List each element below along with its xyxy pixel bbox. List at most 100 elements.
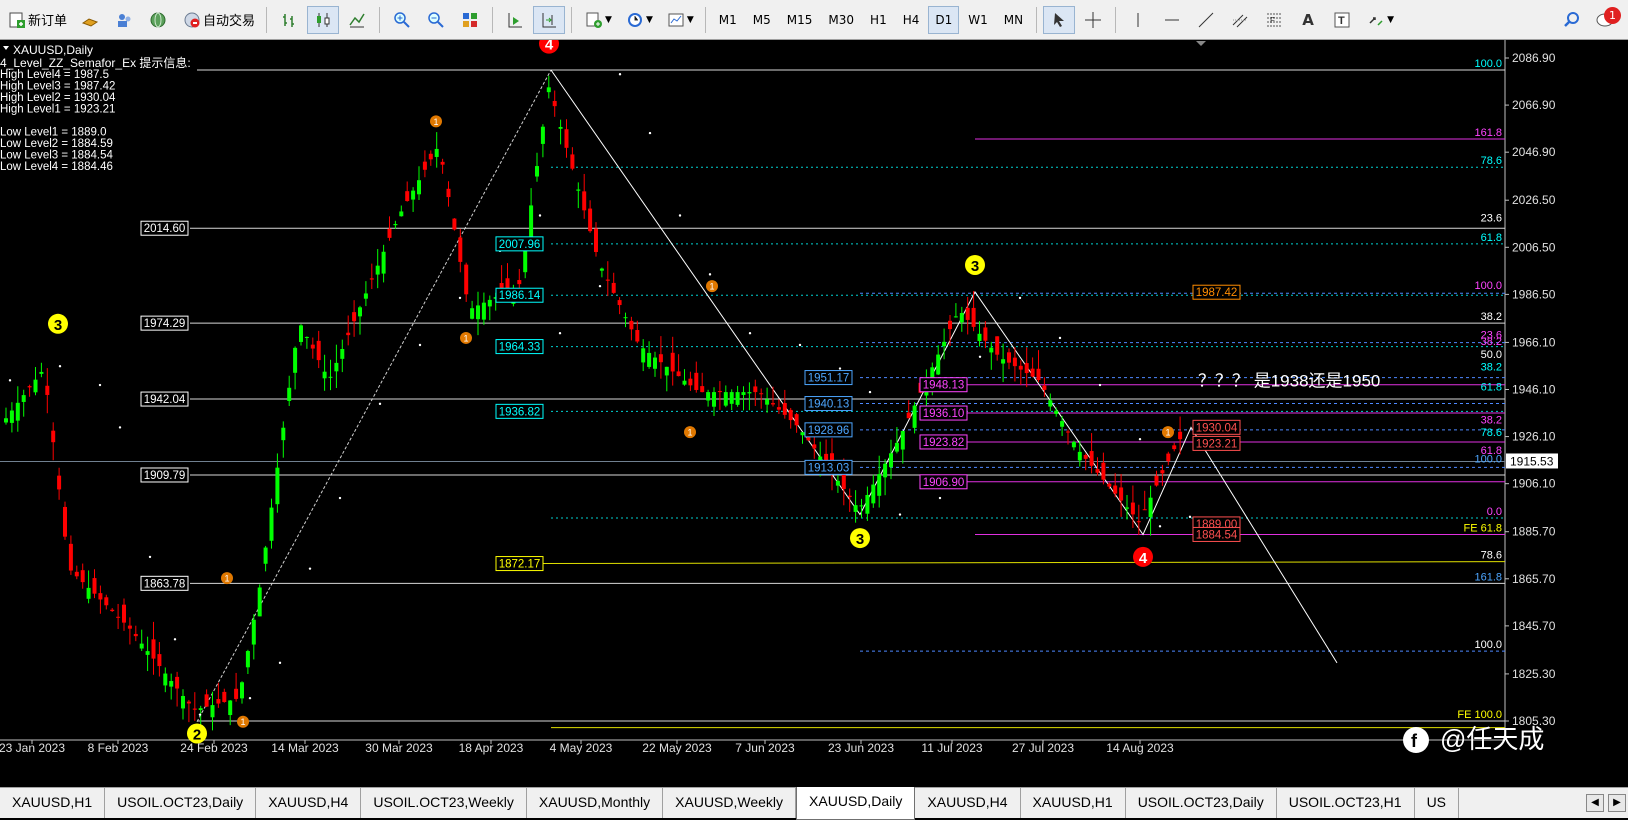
price-axis-label: 1865.70 [1512,572,1556,586]
crosshair-icon [1082,9,1104,31]
tab-scroll-left-button[interactable]: ◀ [1586,794,1604,812]
candle-body [759,393,764,395]
timeframe-h4-button[interactable]: H4 [896,6,927,34]
date-axis-label: 8 Feb 2023 [88,741,149,755]
svg-text:F: F [1270,16,1275,25]
candle-body [712,392,716,407]
level-box-label: 1913.03 [808,462,850,474]
trail-dot [838,367,842,370]
candle-body [1083,454,1088,459]
candle-body [723,392,728,406]
candle-body [694,372,699,390]
semafor-small-label: 1 [687,428,692,438]
candle-body [1125,507,1129,509]
chart-tab[interactable]: USOIL.OCT23,Daily [105,788,257,818]
candle-body [1107,483,1112,487]
chart-tab[interactable]: USOIL.OCT23,H1 [1277,788,1415,818]
zoom-out-button[interactable] [420,6,452,34]
candle-body [198,708,203,710]
cursor-button[interactable] [1043,5,1076,34]
bar-chart-button[interactable] [273,6,305,34]
trail-dot [8,379,12,382]
chart-tab[interactable]: XAUUSD,H1 [1021,788,1126,818]
candle-body [216,699,221,704]
candle-body [1036,368,1041,381]
line-chart-button[interactable] [341,6,373,34]
candlestick-button[interactable] [307,5,340,34]
vertical-line-button[interactable] [1122,6,1154,34]
crosshair-button[interactable] [1077,6,1109,34]
navigator-button[interactable] [142,6,174,34]
trail-dot [898,513,902,516]
auto-scroll-button[interactable] [499,6,531,34]
chart-tab[interactable]: USOIL.OCT23,Daily [1126,788,1277,818]
chart-tab[interactable]: XAUUSD,Weekly [663,788,797,818]
timeframe-m1-button[interactable]: M1 [712,6,744,34]
chart-tab[interactable]: USOIL.OCT23,Weekly [361,788,527,818]
indicators-button[interactable]: ▼ [578,6,617,34]
timeframe-w1-button[interactable]: W1 [961,6,995,34]
chart-tab[interactable]: XAUUSD,Daily [796,787,916,820]
timeframe-d1-button[interactable]: D1 [928,5,960,34]
zoom-in-button[interactable] [386,6,418,34]
trail-dot [418,343,422,347]
candle-body [564,129,569,148]
fib-level-label: 23.6 [1481,212,1502,224]
chart-tab[interactable]: XAUUSD,H4 [915,788,1021,818]
chart-tab[interactable]: XAUUSD,Monthly [527,788,664,818]
line-chart-icon [346,9,368,31]
price-chart[interactable]: 1 1 1 1 1 1 1 4 3 3 3 4 2 2014.60 1974.29 1942.04 1909.7… [0,33,1628,785]
trail-dot [1138,437,1142,441]
candle-body [1066,431,1070,433]
timeframe-mn-button[interactable]: MN [997,6,1030,34]
candle-body [151,639,156,659]
indicator-info-line: High Level3 = 1987.42 [0,81,115,93]
candle-body [4,418,8,423]
candle-body [1113,485,1118,494]
tab-scroll-right-button[interactable]: ▶ [1608,794,1626,812]
candle-body [1101,462,1106,480]
auto-trade-button[interactable]: 自动交易 [176,6,260,34]
new-order-button[interactable]: 新订单 [1,6,72,34]
candle-body [959,312,964,323]
chart-shift-button[interactable] [533,5,566,34]
timeframe-m15-button[interactable]: M15 [780,6,820,34]
timeframe-m5-button[interactable]: M5 [746,6,778,34]
candle-body [428,153,433,160]
chart-tab[interactable]: US [1415,788,1460,818]
date-axis-label: 14 Mar 2023 [271,741,339,755]
zigzag-dashed-line [196,69,552,722]
horizontal-line-button[interactable] [1156,6,1188,34]
chart-canvas[interactable]: 11111114333422014.601974.291942.041909.7… [0,33,1628,785]
candle-body [363,293,368,299]
text-label-button[interactable]: T [1326,6,1358,34]
candle-body [664,366,669,376]
templates-button[interactable]: ▼ [660,6,699,34]
globe-icon [147,9,169,31]
trail-dot [1098,383,1102,387]
trail-dot [278,661,282,665]
arrows-button[interactable]: ▼ [1360,6,1399,34]
chart-tab[interactable]: XAUUSD,H4 [256,788,362,818]
toolbar-separator [266,6,268,33]
search-button[interactable] [1556,6,1588,34]
timeframe-h1-button[interactable]: H1 [863,6,894,34]
notifications-button[interactable]: 1 [1590,6,1622,34]
candle-body [588,208,593,232]
candle-body [287,387,292,401]
price-axis-label: 1986.50 [1512,287,1556,301]
periods-button[interactable]: ▼ [619,6,658,34]
fibonacci-button[interactable]: F [1258,6,1290,34]
candle-body [688,378,693,386]
text-button[interactable]: A [1292,6,1324,34]
timeframe-m30-button[interactable]: M30 [821,6,861,34]
channel-button[interactable] [1224,6,1256,34]
candle-body [1071,441,1076,448]
market-watch-button[interactable] [74,6,106,34]
chart-tab[interactable]: XAUUSD,H1 [0,788,106,818]
level-box-label: 1948.13 [923,380,965,392]
data-window-button[interactable] [108,6,140,34]
trendline-button[interactable] [1190,6,1222,34]
candle-body [310,344,315,349]
tile-windows-button[interactable] [454,6,486,34]
